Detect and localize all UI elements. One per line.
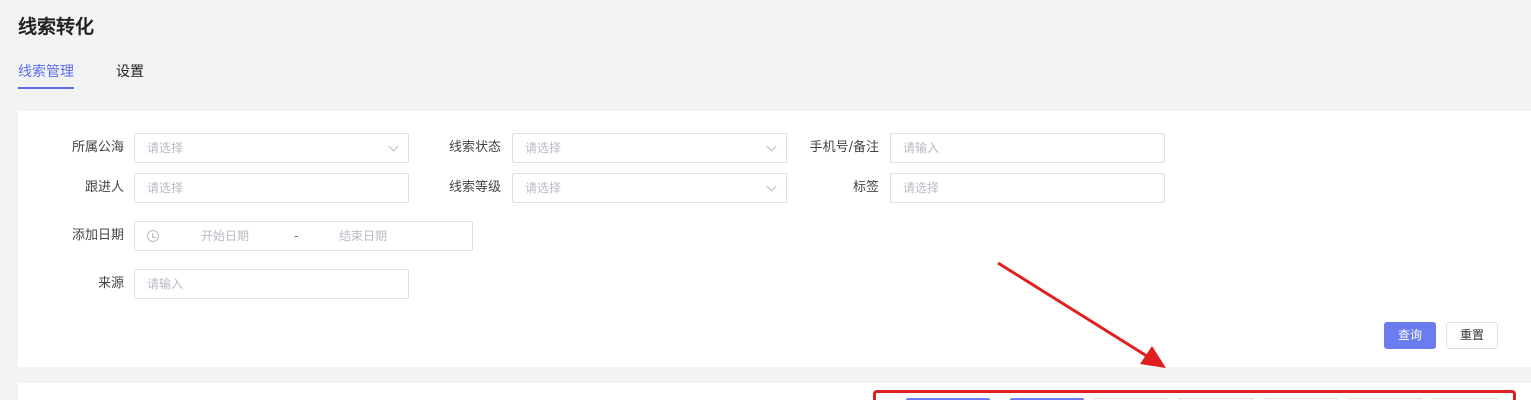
level-select[interactable]: 请选择 xyxy=(512,173,787,203)
filter-panel: 所属公海 请选择 线索状态 请选择 手机号/备注 请输入 跟进人 请选择 线索等… xyxy=(18,111,1531,367)
follower-label: 跟进人 xyxy=(84,180,124,195)
follower-placeholder: 请选择 xyxy=(147,181,184,195)
status-label: 线索状态 xyxy=(448,140,501,155)
add-date-label: 添加日期 xyxy=(71,228,124,243)
source-placeholder: 请输入 xyxy=(147,277,184,291)
public-sea-select[interactable]: 请选择 xyxy=(134,133,409,163)
source-label: 来源 xyxy=(97,276,124,291)
end-date-placeholder[interactable]: 结束日期 xyxy=(339,222,387,250)
follower-select[interactable]: 请选择 xyxy=(134,173,409,203)
source-input[interactable]: 请输入 xyxy=(134,269,409,299)
tab-settings[interactable]: 设置 xyxy=(116,62,144,89)
add-date-range-picker[interactable]: 开始日期 - 结束日期 xyxy=(134,221,473,251)
date-range-separator: - xyxy=(294,229,299,243)
public-sea-label: 所属公海 xyxy=(71,140,124,155)
page-title: 线索转化 xyxy=(18,16,95,38)
tab-lead-management[interactable]: 线索管理 xyxy=(18,62,74,89)
query-button[interactable]: 查询 xyxy=(1384,322,1436,349)
start-date-placeholder[interactable]: 开始日期 xyxy=(201,222,249,250)
level-label: 线索等级 xyxy=(448,180,501,195)
phone-note-placeholder: 请输入 xyxy=(903,141,940,155)
status-placeholder: 请选择 xyxy=(525,141,562,155)
level-placeholder: 请选择 xyxy=(525,181,562,195)
reset-button[interactable]: 重置 xyxy=(1446,322,1498,349)
annotation-highlight-box xyxy=(873,390,1516,400)
phone-note-input[interactable]: 请输入 xyxy=(890,133,1165,163)
phone-note-label: 手机号/备注 xyxy=(809,140,879,155)
tag-label: 标签 xyxy=(852,180,879,195)
tag-select[interactable]: 请选择 xyxy=(890,173,1165,203)
clock-icon xyxy=(147,230,159,242)
status-select[interactable]: 请选择 xyxy=(512,133,787,163)
tag-placeholder: 请选择 xyxy=(903,181,940,195)
public-sea-placeholder: 请选择 xyxy=(147,141,184,155)
page-header: 线索转化 线索管理 设置 xyxy=(0,0,1531,110)
